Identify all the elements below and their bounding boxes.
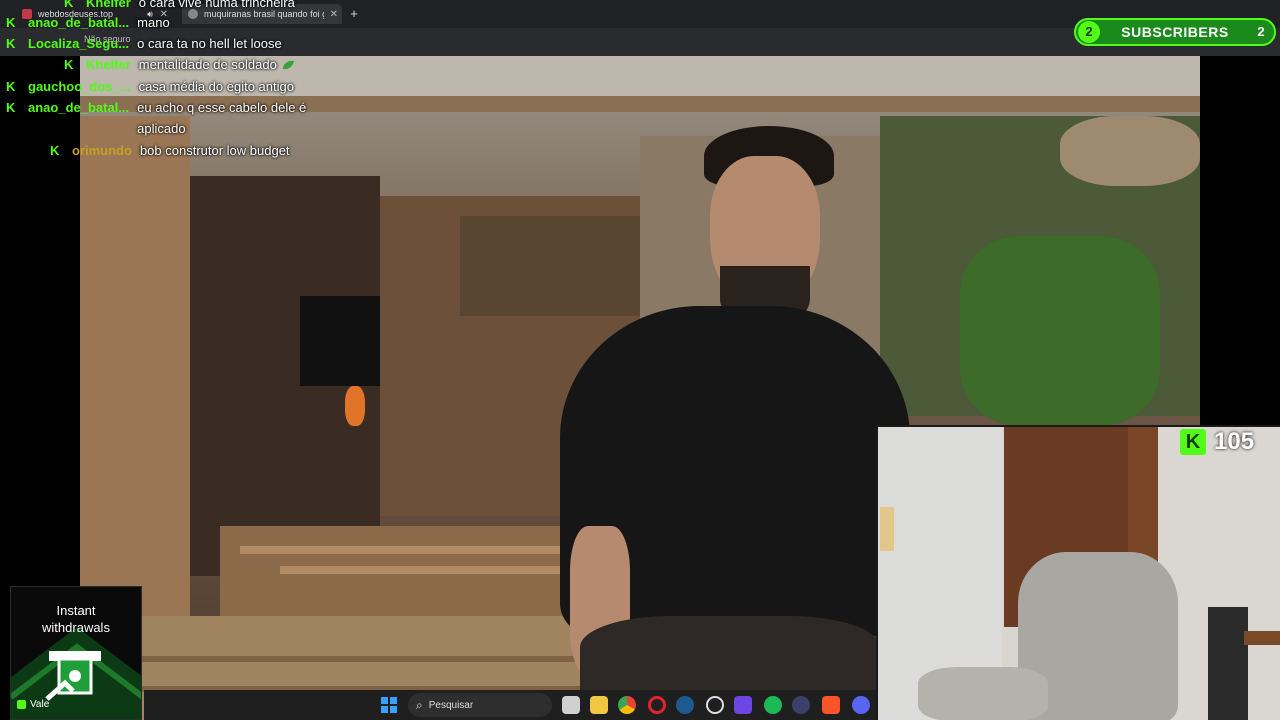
subscribers-count-right: 2 — [1250, 21, 1272, 43]
chat-username[interactable]: Khelfer — [86, 54, 131, 75]
new-tab-button[interactable]: + — [346, 6, 362, 22]
chrome-icon[interactable] — [618, 696, 636, 714]
chat-username[interactable]: anao_de_batal... — [28, 97, 129, 139]
search-placeholder: Pesquisar — [428, 699, 474, 711]
chat-username[interactable]: gauchoo_dos_... — [28, 76, 131, 97]
chat-message: K orimundo bob construtor low budget — [50, 140, 290, 161]
chat-text: eu acho q esse cabelo dele é aplicado — [137, 100, 307, 136]
subscribers-count-left: 2 — [1078, 21, 1100, 43]
taskbar-search[interactable]: ⌕ Pesquisar — [408, 693, 552, 717]
kick-badge-icon: K — [50, 143, 60, 158]
chat-message: K Localiza_Segu... o cara ta no hell let… — [6, 33, 282, 54]
ad-footer-label: Vale — [30, 699, 50, 710]
subscribers-label: SUBSCRIBERS — [1121, 24, 1229, 40]
discord-icon[interactable] — [852, 696, 870, 714]
chat-text: mano — [137, 15, 170, 30]
windows-start-icon[interactable] — [380, 696, 398, 714]
brave-icon[interactable] — [822, 696, 840, 714]
viewer-count: 105 — [1214, 428, 1255, 455]
kick-badge-icon: K — [6, 15, 16, 30]
ad-title-line2: withdrawals — [42, 620, 110, 635]
ad-footer: Vale — [17, 699, 49, 710]
media-player-icon[interactable] — [792, 696, 810, 714]
viewer-count-badge: K 105 — [1180, 425, 1278, 459]
kick-badge-icon: K — [64, 0, 74, 10]
chat-username[interactable]: anao_de_batal... — [28, 12, 129, 33]
chat-username[interactable]: Localiza_Segu... — [28, 33, 129, 54]
chat-text: bob construtor low budget — [139, 143, 290, 158]
chat-text: o cara ta no hell let loose — [137, 36, 282, 51]
vale-icon — [17, 700, 26, 709]
chat-message: K gauchoo_dos_... casa média do egito an… — [6, 76, 294, 97]
chat-text: mentalidade de soldado — [138, 57, 277, 72]
chat-text: casa média do egito antigo — [138, 79, 294, 94]
plant-emoji-icon — [282, 60, 294, 70]
opera-icon[interactable] — [648, 696, 666, 714]
steam-icon[interactable] — [676, 696, 694, 714]
chat-message: K Khelfer mentalidade de soldado — [64, 54, 295, 75]
chat-message: K anao_de_batal... eu acho q esse cabelo… — [6, 97, 327, 139]
grid-app-icon[interactable] — [734, 696, 752, 714]
tab-close-icon[interactable]: ✕ — [330, 9, 338, 20]
kick-logo-icon: K — [1180, 429, 1206, 455]
stream-screen: webdosdeuses.top 🔊︎ ✕ muquiranas brasil … — [0, 0, 1280, 720]
clock-app-icon[interactable] — [706, 696, 724, 714]
webcam-feed — [876, 425, 1280, 720]
task-view-icon[interactable] — [562, 696, 580, 714]
cash-withdraw-icon — [45, 651, 101, 701]
spotify-icon[interactable] — [764, 696, 782, 714]
chat-message: K anao_de_batal... mano — [6, 12, 170, 33]
instant-withdrawals-ad[interactable]: Instant withdrawals Vale — [10, 586, 142, 720]
file-explorer-icon[interactable] — [590, 696, 608, 714]
windows-taskbar: ⌕ Pesquisar — [144, 690, 876, 720]
kick-badge-icon: K — [6, 79, 16, 94]
ad-title-line1: Instant — [56, 603, 96, 618]
kick-badge-icon: K — [64, 57, 74, 72]
kick-badge-icon: K — [6, 100, 16, 115]
kick-badge-icon: K — [6, 36, 16, 51]
subscribers-goal: 2 SUBSCRIBERS 2 — [1074, 18, 1276, 46]
search-icon: ⌕ — [416, 697, 423, 712]
chat-username[interactable]: orimundo — [72, 140, 132, 161]
